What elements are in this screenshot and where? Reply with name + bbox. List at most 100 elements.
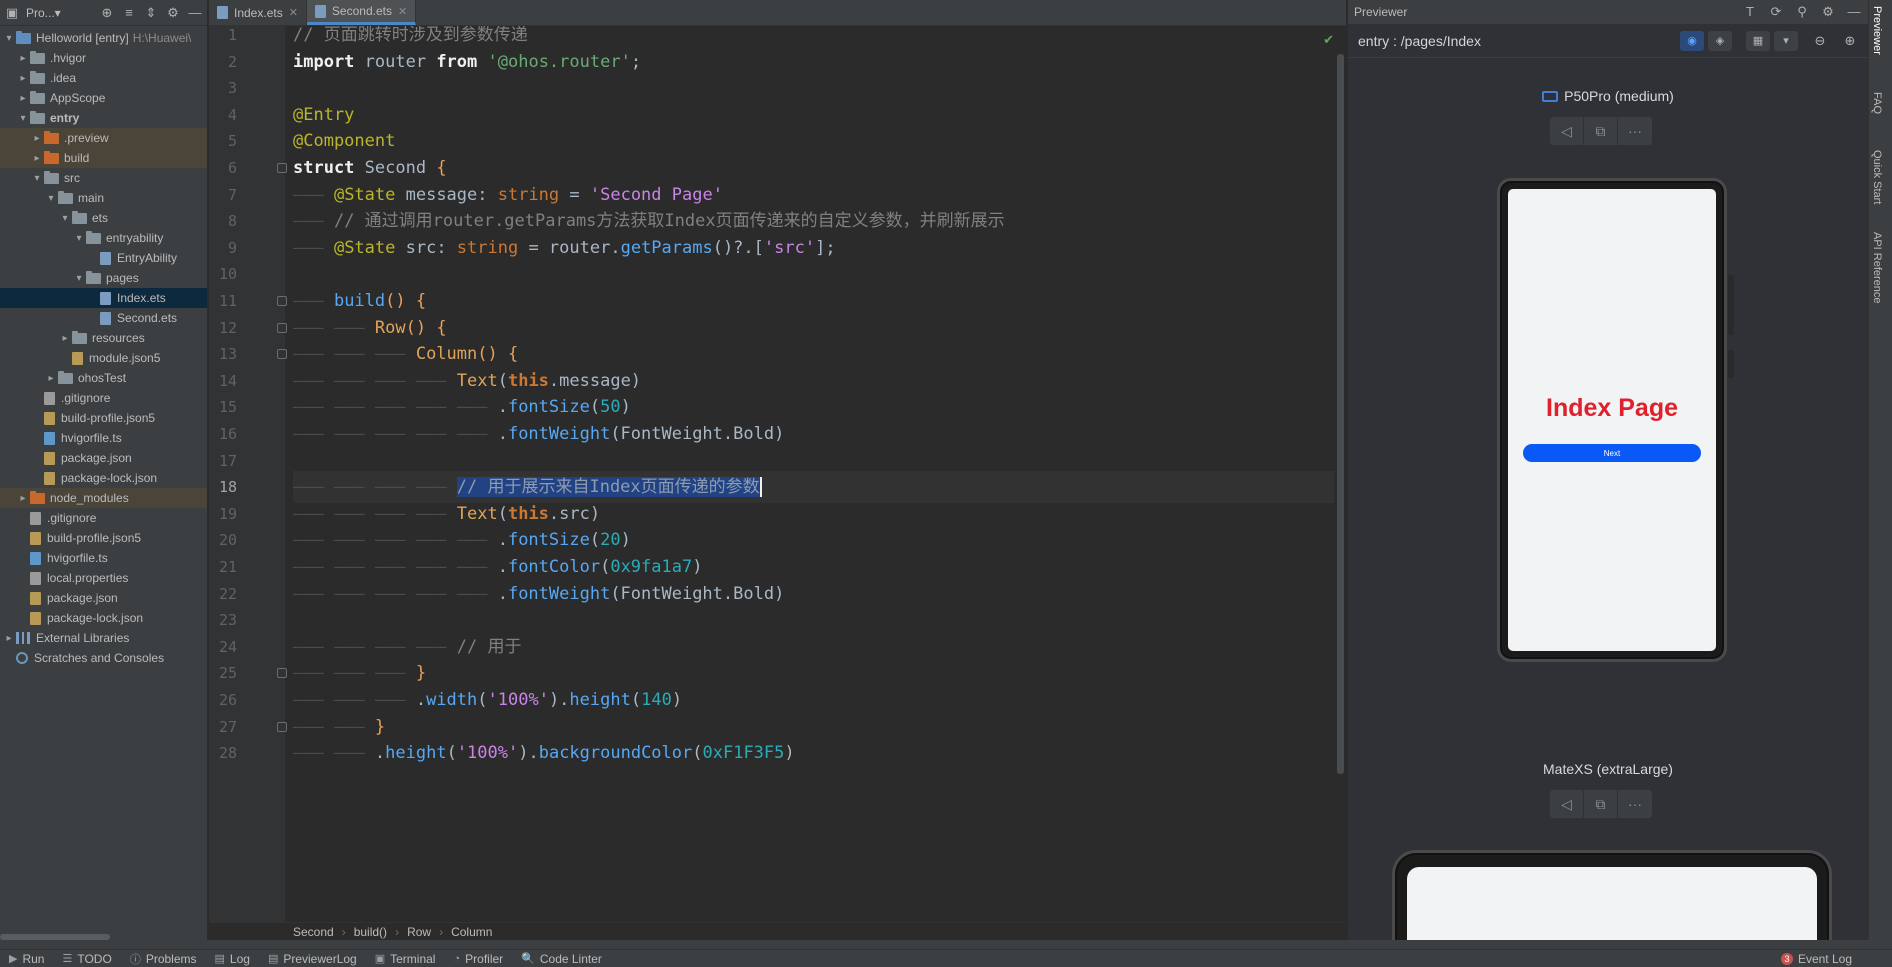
chevron-right-icon[interactable]: ▸ xyxy=(30,153,44,164)
tree-item[interactable]: local.properties xyxy=(0,568,207,588)
tree-item[interactable]: build-profile.json5 xyxy=(0,528,207,548)
tree-item[interactable]: package.json xyxy=(0,588,207,608)
tree-item[interactable]: ▸ ohosTest xyxy=(0,368,207,388)
code-line[interactable]: ——— ——— .height('100%').backgroundColor(… xyxy=(293,737,1334,769)
tree-item[interactable]: ▸ build xyxy=(0,148,207,168)
more-icon[interactable]: ··· xyxy=(1618,790,1652,818)
tool-window-button[interactable]: ☰ TODO xyxy=(53,950,120,967)
tree-item[interactable]: ▾ src xyxy=(0,168,207,188)
fold-icon[interactable] xyxy=(277,349,287,360)
side-tab[interactable]: Quick Start xyxy=(1871,150,1883,204)
tree-item[interactable]: hvigorfile.ts xyxy=(0,428,207,448)
tree-item[interactable]: Scratches and Consoles xyxy=(0,648,207,668)
chevron-down-icon[interactable]: ▾ xyxy=(72,233,86,244)
tool-window-button[interactable]: ▶ Run xyxy=(0,950,53,967)
breadcrumb-item[interactable]: Column xyxy=(451,925,492,939)
tree-item[interactable]: EntryAbility xyxy=(0,248,207,268)
refresh-icon[interactable]: ⟳ xyxy=(1768,4,1784,20)
close-icon[interactable]: ✕ xyxy=(398,5,407,18)
chevron-right-icon[interactable]: ▸ xyxy=(16,93,30,104)
inspection-ok-icon[interactable]: ✔ xyxy=(1323,32,1334,48)
tool-window-button[interactable]: ▤ PreviewerLog xyxy=(259,950,366,967)
tree-item[interactable]: ▸ AppScope xyxy=(0,88,207,108)
chevron-down-icon[interactable]: ▾ xyxy=(2,33,16,44)
tool-window-button[interactable]: ▣ Terminal xyxy=(366,950,445,967)
chevron-down-icon[interactable]: ▾ xyxy=(16,113,30,124)
side-tab[interactable]: API Reference xyxy=(1871,232,1883,304)
pin-icon[interactable]: ⚲ xyxy=(1794,4,1810,20)
chevron-right-icon[interactable]: ▸ xyxy=(16,53,30,64)
tree-item[interactable]: ▸ .hvigor xyxy=(0,48,207,68)
fold-icon[interactable] xyxy=(277,668,287,679)
chevron-down-icon[interactable]: ▾ xyxy=(58,213,72,224)
breadcrumb-item[interactable]: Row xyxy=(407,925,431,939)
collapse-all-icon[interactable]: ≡ xyxy=(121,5,137,21)
breadcrumb-item[interactable]: build() xyxy=(354,925,387,939)
tree-item[interactable]: hvigorfile.ts xyxy=(0,548,207,568)
close-icon[interactable]: ✕ xyxy=(289,6,298,19)
tree-item[interactable]: ▾ main xyxy=(0,188,207,208)
tree-item[interactable]: ▸ .preview xyxy=(0,128,207,148)
tool-window-button[interactable]: ⓘ Problems xyxy=(121,950,206,967)
tree-item[interactable]: .gitignore xyxy=(0,388,207,408)
grid-icon[interactable]: ▦ xyxy=(1746,30,1770,51)
layers-icon[interactable]: ◈ xyxy=(1708,30,1732,51)
tree-item[interactable]: ▸ node_modules xyxy=(0,488,207,508)
tree-item[interactable]: ▾ entryability xyxy=(0,228,207,248)
text-icon[interactable]: T xyxy=(1742,4,1758,20)
expand-all-icon[interactable]: ⇕ xyxy=(143,5,159,21)
chevron-right-icon[interactable]: ▸ xyxy=(16,73,30,84)
hide-icon[interactable]: — xyxy=(187,5,203,21)
locate-icon[interactable]: ⊕ xyxy=(99,5,115,21)
zoom-out-icon[interactable]: ⊖ xyxy=(1812,33,1828,49)
chevron-right-icon[interactable]: ▸ xyxy=(16,493,30,504)
tree-item[interactable]: ▾ pages xyxy=(0,268,207,288)
tree-item[interactable]: package-lock.json xyxy=(0,608,207,628)
tree-item[interactable]: build-profile.json5 xyxy=(0,408,207,428)
event-log-button[interactable]: 3 Event Log xyxy=(1780,950,1852,967)
vertical-scrollbar[interactable] xyxy=(1337,54,1344,774)
back-icon[interactable]: ◁ xyxy=(1550,790,1584,818)
tree-item[interactable]: ▸ External Libraries xyxy=(0,628,207,648)
back-icon[interactable]: ◁ xyxy=(1550,117,1584,145)
fold-icon[interactable] xyxy=(277,322,287,333)
chevron-right-icon[interactable]: ▸ xyxy=(44,373,58,384)
fold-icon[interactable] xyxy=(277,721,287,732)
rotate-icon[interactable]: ⧉ xyxy=(1584,117,1618,145)
tree-item[interactable]: .gitignore xyxy=(0,508,207,528)
chevron-down-icon[interactable]: ▾ xyxy=(1774,30,1798,51)
tool-window-button[interactable]: ◔ Profiler xyxy=(444,950,512,967)
project-view-selector[interactable]: Pro...▾ xyxy=(26,6,61,20)
code-area[interactable]: 1 2 3 4 5 6 7 8 9 10 11 12 13 14 15 16 17 18 19 20 21 22 23 24 2… xyxy=(209,26,1346,922)
fold-icon[interactable] xyxy=(277,296,287,306)
rotate-icon[interactable]: ⧉ xyxy=(1584,790,1618,818)
editor-tab[interactable]: Index.ets ✕ xyxy=(209,0,307,25)
tree-item[interactable]: Second.ets xyxy=(0,308,207,328)
chevron-right-icon[interactable]: ▸ xyxy=(58,333,72,344)
tool-window-button[interactable]: ▤ Log xyxy=(206,950,259,967)
chevron-down-icon[interactable]: ▾ xyxy=(72,273,86,284)
tree-item[interactable]: ▸ resources xyxy=(0,328,207,348)
gear-icon[interactable]: ⚙ xyxy=(1820,4,1836,20)
chevron-down-icon[interactable]: ▾ xyxy=(44,193,58,204)
tree-item[interactable]: package.json xyxy=(0,448,207,468)
tree-item[interactable]: Index.ets xyxy=(0,288,207,308)
zoom-in-icon[interactable]: ⊕ xyxy=(1842,33,1858,49)
chevron-down-icon[interactable]: ▾ xyxy=(30,173,44,184)
side-tab[interactable]: FAQ xyxy=(1871,92,1883,114)
gear-icon[interactable]: ⚙ xyxy=(165,5,181,21)
tree-item[interactable]: ▾ Helloworld [entry] H:\Huawei\ xyxy=(0,28,207,48)
tool-window-button[interactable]: 🔍 Code Linter xyxy=(512,950,611,967)
fold-icon[interactable] xyxy=(277,163,287,173)
tree-item[interactable]: ▸ .idea xyxy=(0,68,207,88)
tree-item[interactable]: ▾ ets xyxy=(0,208,207,228)
code-lines[interactable]: // 页面跳转时涉及到参数传递 import router from '@ohos… xyxy=(293,26,1334,922)
chevron-right-icon[interactable]: ▸ xyxy=(30,133,44,144)
next-button[interactable]: Next xyxy=(1523,444,1701,462)
breadcrumb-item[interactable]: Second xyxy=(293,925,334,939)
tree-item[interactable]: ▾ entry xyxy=(0,108,207,128)
more-icon[interactable]: ··· xyxy=(1618,117,1652,145)
inspect-icon[interactable]: ◉ xyxy=(1680,30,1704,51)
tree-item[interactable]: module.json5 xyxy=(0,348,207,368)
tree-item[interactable]: package-lock.json xyxy=(0,468,207,488)
